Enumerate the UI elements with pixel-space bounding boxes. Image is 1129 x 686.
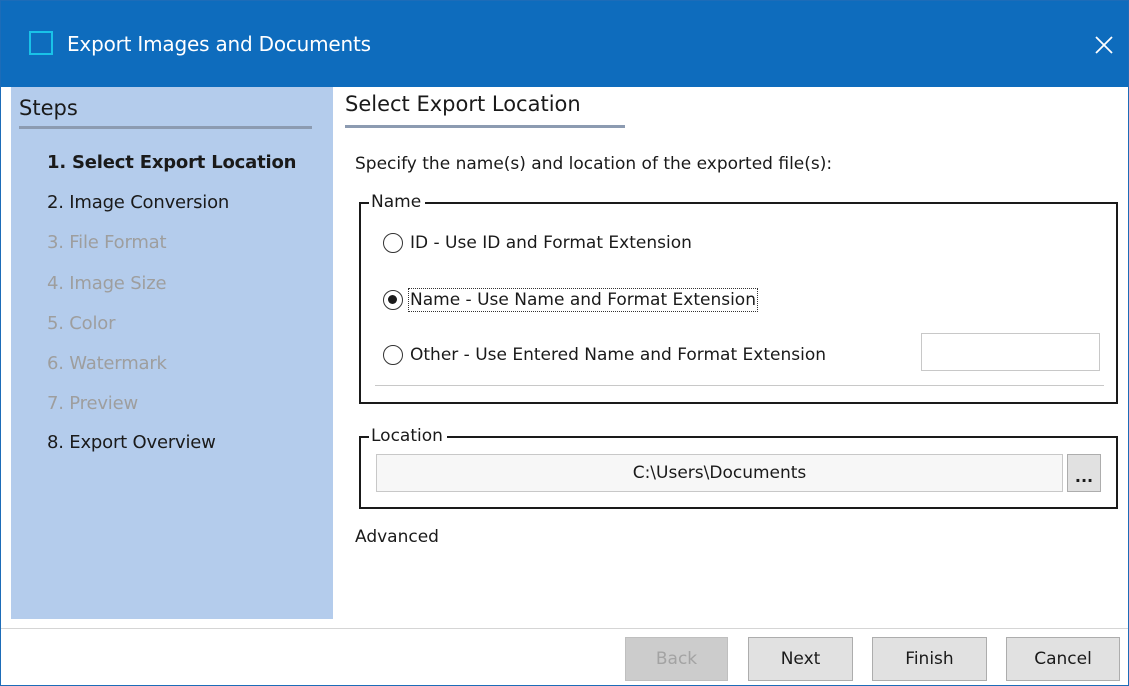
radio-option-id[interactable]: ID - Use ID and Format Extension xyxy=(383,230,692,256)
export-dialog: Export Images and Documents Steps 1. Sel… xyxy=(0,0,1129,686)
step-image-conversion[interactable]: 2. Image Conversion xyxy=(47,191,229,215)
window-icon xyxy=(29,31,53,55)
location-group-legend: Location xyxy=(369,425,447,447)
footer-divider xyxy=(1,628,1128,629)
browse-button[interactable]: ... xyxy=(1067,454,1101,492)
step-file-format: 3. File Format xyxy=(47,232,167,253)
location-groupbox: Location C:\Users\Documents ... xyxy=(359,425,1118,509)
close-button[interactable] xyxy=(1080,23,1128,67)
step-select-export-location[interactable]: 1. Select Export Location xyxy=(47,151,296,175)
radio-button[interactable] xyxy=(383,345,403,365)
radio-label-other: Other - Use Entered Name and Format Exte… xyxy=(410,345,826,365)
steps-sidebar: Steps 1. Select Export Location 2. Image… xyxy=(11,87,333,619)
radio-option-name[interactable]: Name - Use Name and Format Extension xyxy=(383,287,758,313)
name-group-divider xyxy=(375,385,1104,386)
instruction-text: Specify the name(s) and location of the … xyxy=(355,154,833,174)
radio-button-selected[interactable] xyxy=(383,290,403,310)
radio-label-name: Name - Use Name and Format Extension xyxy=(408,288,758,312)
steps-heading-underline xyxy=(19,126,312,129)
page-title: Select Export Location xyxy=(345,92,581,116)
advanced-link[interactable]: Advanced xyxy=(355,526,439,548)
step-watermark: 6. Watermark xyxy=(47,353,167,374)
page-title-underline xyxy=(345,125,625,128)
location-path-text: C:\Users\Documents xyxy=(632,463,807,483)
cancel-button[interactable]: Cancel xyxy=(1006,637,1120,681)
next-button[interactable]: Next xyxy=(748,637,853,681)
step-preview: 7. Preview xyxy=(47,393,138,414)
radio-label-id: ID - Use ID and Format Extension xyxy=(410,233,692,253)
other-name-input[interactable] xyxy=(921,333,1100,371)
location-path-field[interactable]: C:\Users\Documents xyxy=(376,454,1063,492)
steps-heading: Steps xyxy=(19,96,78,120)
radio-option-other[interactable]: Other - Use Entered Name and Format Exte… xyxy=(383,342,826,368)
step-color: 5. Color xyxy=(47,313,116,334)
finish-button[interactable]: Finish xyxy=(872,637,987,681)
name-groupbox: Name ID - Use ID and Format Extension Na… xyxy=(359,191,1118,404)
radio-button[interactable] xyxy=(383,233,403,253)
close-icon xyxy=(1095,36,1113,54)
back-button[interactable]: Back xyxy=(625,637,728,681)
title-bar[interactable]: Export Images and Documents xyxy=(1,1,1128,87)
step-export-overview[interactable]: 8. Export Overview xyxy=(47,431,216,455)
step-image-size: 4. Image Size xyxy=(47,273,167,294)
name-group-legend: Name xyxy=(369,191,426,213)
window-title: Export Images and Documents xyxy=(67,32,371,56)
